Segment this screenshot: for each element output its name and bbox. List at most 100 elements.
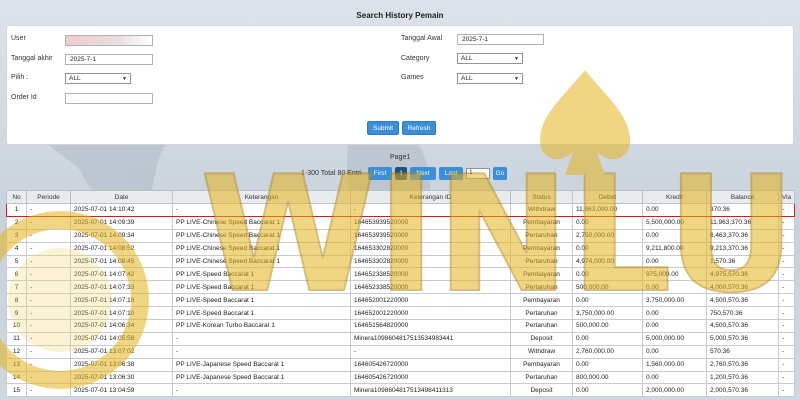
cell-debet: 500,000.00	[572, 319, 643, 333]
search-panel: User Tanggal akhir 2025-7-1 Pilih : ALL …	[6, 25, 794, 145]
cell-balance: 1,570.36	[706, 254, 779, 269]
cell-date: 2025-07-01 14:08:52	[70, 241, 173, 256]
cell-periode: -	[26, 306, 71, 321]
cell-debet: 0.00	[572, 383, 643, 398]
cell-balance: 2,760,570.36	[706, 357, 779, 372]
cell-ket_id[interactable]: Minera1098604817513498411313	[350, 383, 511, 398]
cell-no: 12	[6, 344, 27, 359]
chevron-down-icon: ▼	[514, 75, 519, 82]
table-body: 1-2025-07-01 14:10:42- - Withdraw 11,963,00…	[6, 203, 795, 398]
cell-date: 2025-07-01 14:07:10	[70, 306, 173, 321]
cell-ket: -	[172, 383, 351, 398]
refresh-button[interactable]: Refresh	[402, 121, 436, 135]
cell-ket_id[interactable]: 164651564820000	[350, 319, 511, 333]
cell-balance: 6,463,370.36	[706, 228, 779, 243]
cell-ket_id[interactable]: Minera1098604817513534983441	[350, 331, 511, 346]
cell-via: -	[778, 241, 795, 256]
pager-last-button[interactable]: Last	[439, 167, 463, 180]
table-row: 14-2025-07-01 13:06:30 PP LIVE-Japanese S…	[6, 370, 795, 385]
cell-debet: 800,000.00	[572, 370, 643, 385]
cell-kredit: 5,500,000.00	[642, 215, 707, 230]
column-header-kredit: Kredit	[642, 190, 707, 204]
cell-no: 4	[6, 241, 27, 256]
cell-via: -	[778, 228, 795, 243]
pager-first-button[interactable]: First	[368, 167, 392, 180]
cell-ket_id[interactable]: 164652338520000	[350, 267, 511, 282]
table-row: 15-2025-07-01 13:04:59- Minera10986048175…	[6, 383, 795, 398]
cell-ket_id[interactable]: 164653939520000	[350, 215, 511, 230]
cell-status: Deposit	[510, 331, 573, 346]
cell-ket_id[interactable]: 164605426720000	[350, 357, 511, 372]
cell-date: 2025-07-01 14:07:42	[70, 267, 173, 282]
chevron-down-icon: ▼	[122, 75, 127, 82]
user-input[interactable]	[65, 35, 153, 46]
cell-via: -	[778, 293, 795, 308]
cell-kredit: 0.00	[642, 344, 707, 359]
cell-periode: -	[26, 357, 71, 372]
submit-button[interactable]: Submit	[367, 121, 399, 135]
order-id-input[interactable]	[65, 93, 153, 104]
cell-via: -	[778, 331, 795, 346]
pilih-select[interactable]: ALL ▼	[65, 73, 131, 84]
order-id-label: Order Id	[11, 94, 37, 101]
cell-no: 10	[6, 319, 27, 333]
cell-kredit: 5,000,000.00	[642, 331, 707, 346]
pager-page-input[interactable]: 1	[466, 168, 490, 179]
cell-via: -	[778, 344, 795, 359]
cell-periode: -	[26, 267, 71, 282]
cell-status: Withdraw	[510, 203, 573, 217]
cell-periode: -	[26, 254, 71, 269]
cell-no: 7	[6, 280, 27, 295]
cell-ket_id[interactable]: 164653939520000	[350, 228, 511, 243]
cell-ket_id[interactable]: 164653302820000	[350, 241, 511, 256]
cell-balance: 370.36	[706, 203, 779, 217]
pilih-label: Pilih :	[11, 74, 29, 81]
table-row: 1-2025-07-01 14:10:42- - Withdraw 11,963,00…	[6, 203, 795, 217]
table-row: 10-2025-07-01 14:06:34 PP LIVE-Korean Tur…	[6, 319, 795, 333]
cell-balance: 2,000,570.36	[706, 383, 779, 398]
cell-debet: 0.00	[572, 241, 643, 256]
tanggal-awal-input[interactable]: 2025-7-1	[457, 34, 544, 45]
cell-kredit: 0.00	[642, 306, 707, 321]
table-row: 5-2025-07-01 14:08:45 PP LIVE-Chinese Spe…	[6, 254, 795, 269]
tanggal-akhir-input[interactable]: 2025-7-1	[65, 54, 153, 65]
entries-summary: 1-300 Total 80 Entri	[301, 170, 362, 177]
cell-ket_id[interactable]: 164652001220000	[350, 306, 511, 321]
category-label: Category	[401, 55, 430, 62]
cell-ket_id: -	[350, 203, 511, 217]
games-select[interactable]: ALL ▼	[457, 73, 523, 84]
cell-ket_id[interactable]: 164652338520000	[350, 280, 511, 295]
table-row: 13-2025-07-01 13:06:38 PP LIVE-Japanese S…	[6, 357, 795, 372]
column-header-ket_id: Keterangan ID	[350, 190, 511, 204]
cell-balance: 570.36	[706, 344, 779, 359]
cell-balance: 9,213,370.36	[706, 241, 779, 256]
cell-ket: PP LIVE-Speed Baccarat 1	[172, 306, 351, 321]
category-select[interactable]: ALL ▼	[457, 53, 523, 64]
cell-kredit: 9,211,800.00	[642, 241, 707, 256]
cell-via: -	[778, 280, 795, 295]
cell-ket_id[interactable]: 164605426720000	[350, 370, 511, 385]
cell-date: 2025-07-01 13:07:02	[70, 344, 173, 359]
cell-no: 14	[6, 370, 27, 385]
cell-status: Pembayaran	[510, 215, 573, 230]
cell-balance: 4,500,570.36	[706, 319, 779, 333]
user-label: User	[11, 35, 26, 42]
category-select-value: ALL	[461, 55, 473, 62]
pager-current-page[interactable]: 1	[395, 167, 407, 180]
cell-status: Pertaruhan	[510, 280, 573, 295]
cell-balance: 750,570.36	[706, 306, 779, 321]
cell-date: 2025-07-01 14:07:33	[70, 280, 173, 295]
table-row: 2-2025-07-01 14:09:39 PP LIVE-Chinese Spe…	[6, 215, 795, 230]
cell-date: 2025-07-01 14:09:34	[70, 228, 173, 243]
cell-status: Pertaruhan	[510, 306, 573, 321]
pager-next-button[interactable]: Next	[410, 167, 436, 180]
games-label: Games	[401, 74, 424, 81]
cell-debet: 500,000.00	[572, 280, 643, 295]
cell-no: 6	[6, 267, 27, 282]
cell-ket_id[interactable]: 164653302820000	[350, 254, 511, 269]
pager-go-button[interactable]: Go	[493, 167, 507, 180]
cell-ket: PP LIVE-Japanese Speed Baccarat 1	[172, 357, 351, 372]
history-table: No Periode Date Keterangan Keterangan ID Stat…	[6, 190, 795, 398]
column-header-date: Date	[70, 190, 173, 204]
cell-ket_id[interactable]: 164652001220000	[350, 293, 511, 308]
